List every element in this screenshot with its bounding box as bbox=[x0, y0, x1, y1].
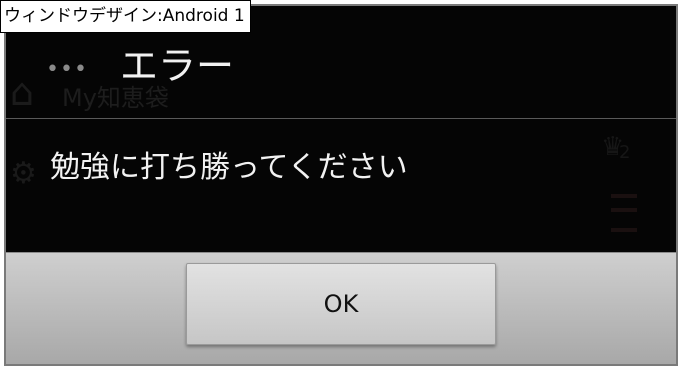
window-caption: ウィンドウデザイン:Android 1 bbox=[0, 0, 251, 33]
dialog-message: 勉強に打ち勝ってください bbox=[50, 150, 408, 185]
ok-button[interactable]: OK bbox=[186, 263, 496, 345]
flag-icon bbox=[611, 194, 637, 198]
dialog-button-bar: OK bbox=[6, 252, 676, 364]
flag-icon bbox=[611, 228, 637, 232]
android-window: ⌂ My知恵袋 ⚙ ♛ 2 ••• エラー 勉強に打ち勝ってください OK bbox=[4, 4, 678, 366]
overflow-menu-icon: ••• bbox=[46, 57, 88, 82]
dialog-title: エラー bbox=[120, 44, 235, 88]
gear-icon: ⚙ bbox=[10, 156, 37, 191]
dialog-header: ••• エラー bbox=[6, 30, 676, 118]
dialog-divider bbox=[6, 118, 676, 119]
background-side-panel: ♛ 2 bbox=[591, 116, 676, 256]
badge-number: 2 bbox=[619, 142, 631, 163]
flag-icon bbox=[611, 208, 637, 212]
